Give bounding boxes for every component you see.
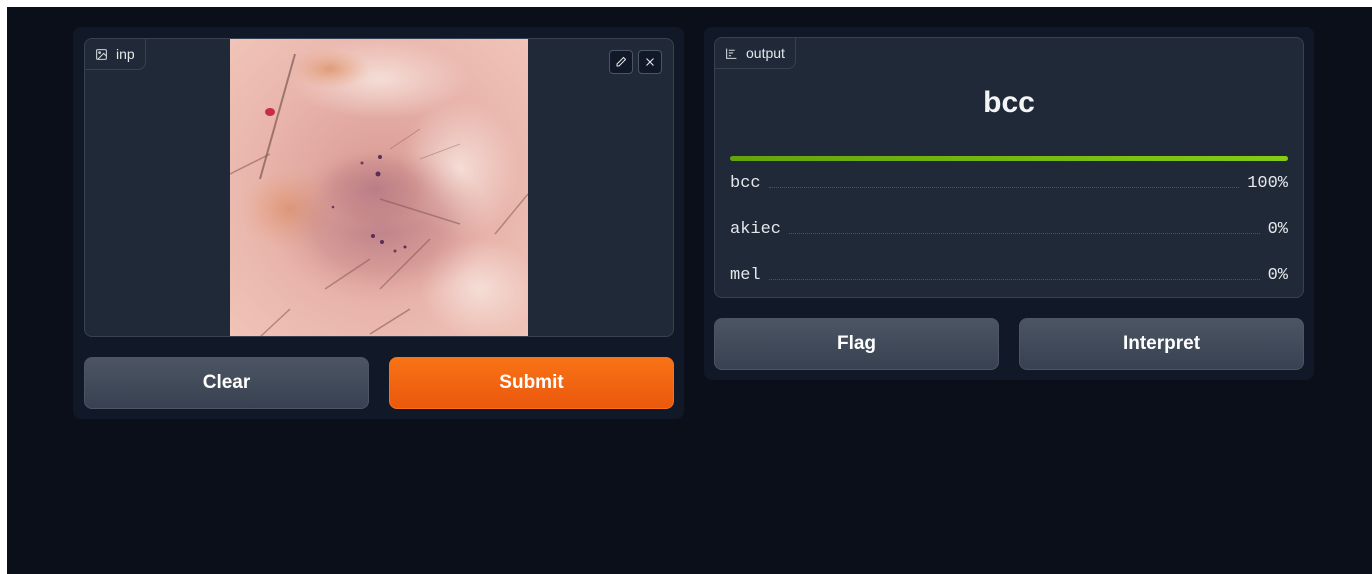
confidence-value: 0% — [1267, 266, 1288, 285]
edit-image-button[interactable] — [609, 50, 633, 74]
input-label: inp — [116, 46, 135, 62]
interpret-button[interactable]: Interpret — [1019, 318, 1304, 370]
input-panel: inp Clear Submit — [73, 27, 684, 419]
confidence-class-label: bcc — [730, 174, 761, 193]
output-panel: output bcc bcc 100% akiec 0% mel 0% Flag… — [704, 27, 1314, 380]
confidence-bar-fill — [730, 156, 1288, 161]
image-icon — [96, 48, 107, 60]
input-label-tag: inp — [85, 39, 146, 70]
confidence-row: akiec 0% — [730, 215, 1288, 239]
output-label-tag: output — [715, 38, 796, 69]
image-input-block[interactable]: inp — [84, 38, 674, 337]
bar-chart-icon — [726, 48, 737, 59]
flag-button[interactable]: Flag — [714, 318, 999, 370]
close-icon — [646, 58, 654, 66]
clear-button[interactable]: Clear — [84, 357, 369, 409]
confidence-row: mel 0% — [730, 261, 1288, 285]
confidence-value: 100% — [1247, 174, 1288, 193]
predicted-label: bcc — [983, 86, 1035, 119]
dotted-leader — [789, 233, 1260, 234]
confidence-class-label: mel — [730, 266, 761, 285]
page-top-strip — [0, 0, 1372, 7]
dotted-leader — [768, 279, 1260, 280]
label-output-block: output bcc bcc 100% akiec 0% mel 0% — [714, 37, 1304, 298]
remove-image-button[interactable] — [638, 50, 662, 74]
submit-button[interactable]: Submit — [389, 357, 674, 409]
dotted-leader — [768, 187, 1240, 188]
confidence-row: bcc 100% — [730, 169, 1288, 193]
confidence-value: 0% — [1267, 220, 1288, 239]
confidence-bar — [730, 156, 1288, 161]
uploaded-skin-image — [230, 39, 528, 336]
pencil-icon — [616, 56, 627, 67]
output-label: output — [746, 45, 785, 61]
confidence-class-label: akiec — [730, 220, 782, 239]
gradio-app: inp Clear Submit output bcc bcc 100% aki… — [7, 7, 1372, 574]
